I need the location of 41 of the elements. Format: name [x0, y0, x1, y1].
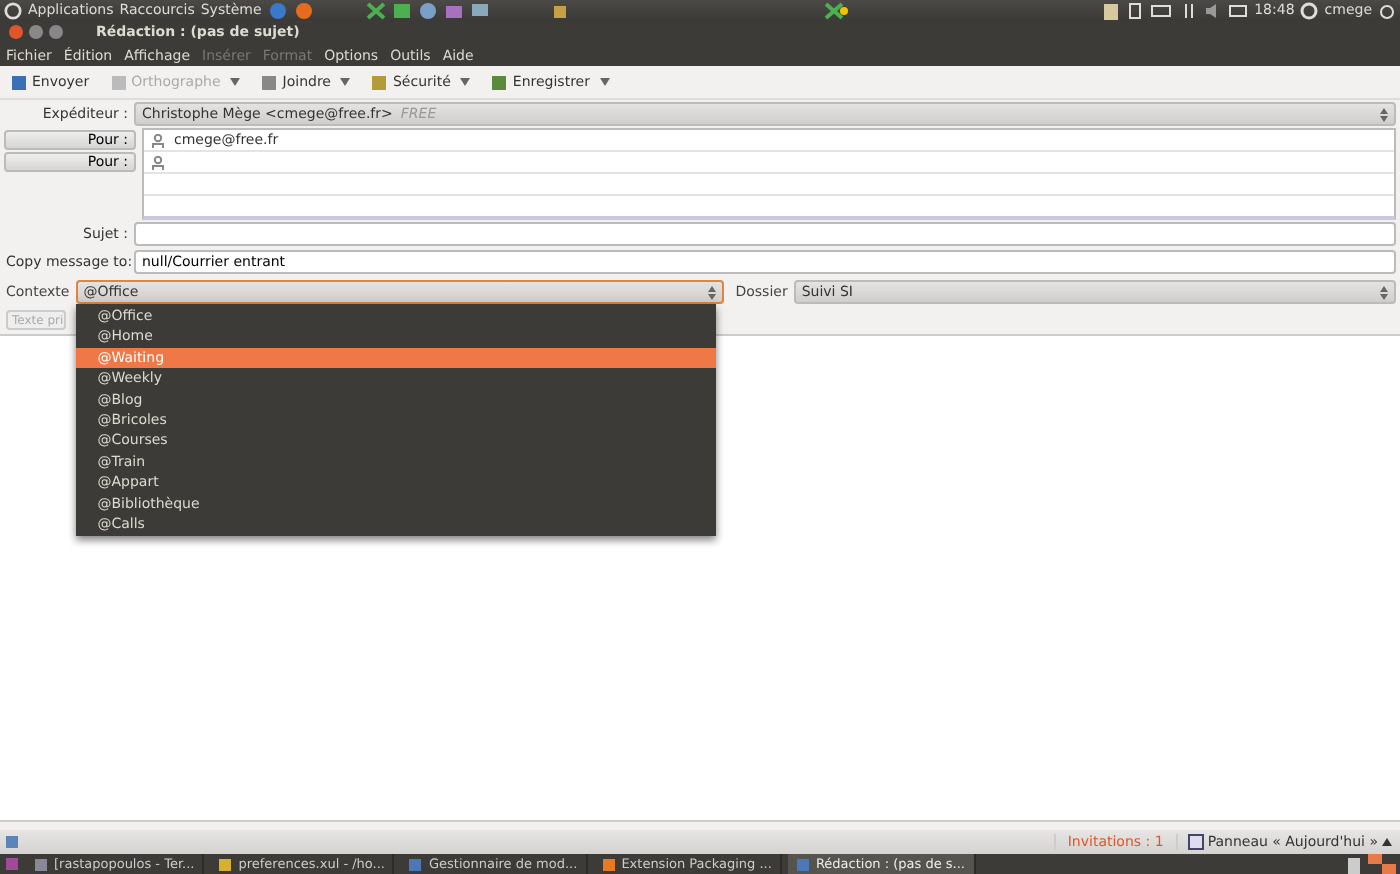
network-icon[interactable]	[1180, 1, 1199, 19]
chevron-up-icon	[1382, 838, 1392, 846]
toolbar-icon	[490, 73, 509, 91]
app-icon	[218, 857, 233, 871]
clipboard-icon[interactable]	[1102, 1, 1121, 19]
launcher-icon[interactable]	[267, 1, 288, 19]
user-icon[interactable]	[1300, 1, 1319, 19]
maximize-icon[interactable]	[48, 24, 64, 40]
launcher-icon[interactable]	[443, 1, 464, 19]
spinner-icon	[1380, 107, 1388, 121]
phone-icon[interactable]	[1126, 1, 1145, 19]
toolbar-icon	[10, 73, 28, 91]
logo-icon[interactable]	[4, 1, 22, 19]
launcher-icon[interactable]	[417, 1, 438, 19]
person-icon	[152, 133, 164, 147]
subject-field[interactable]	[134, 222, 1396, 246]
toolbar-icon	[260, 73, 279, 91]
battery-icon[interactable]	[1150, 1, 1175, 19]
power-icon[interactable]	[1378, 1, 1397, 19]
trash-icon[interactable]	[1346, 855, 1362, 873]
monitor-icon[interactable]	[469, 1, 490, 19]
connection-icon	[4, 834, 20, 850]
tray-icon[interactable]	[823, 1, 848, 19]
launcher-icon[interactable]	[365, 1, 386, 19]
spinner-icon	[1380, 285, 1388, 299]
mail-icon[interactable]	[1228, 1, 1249, 19]
app-icon	[408, 857, 423, 871]
browser-icon[interactable]	[293, 1, 314, 19]
toolbar-icon	[370, 73, 389, 91]
calendar-icon	[1187, 834, 1204, 850]
minimize-icon[interactable]	[28, 24, 44, 40]
app-icon	[601, 857, 616, 871]
app-icon	[34, 857, 48, 871]
person-icon	[152, 155, 164, 169]
launcher-icon[interactable]	[549, 1, 570, 19]
monitor-icon[interactable]	[391, 1, 412, 19]
workspace-switcher-icon[interactable]	[1368, 854, 1396, 874]
close-icon[interactable]	[8, 24, 24, 40]
spinner-icon	[707, 285, 716, 299]
app-icon	[795, 857, 810, 871]
toolbar-icon	[109, 73, 128, 91]
